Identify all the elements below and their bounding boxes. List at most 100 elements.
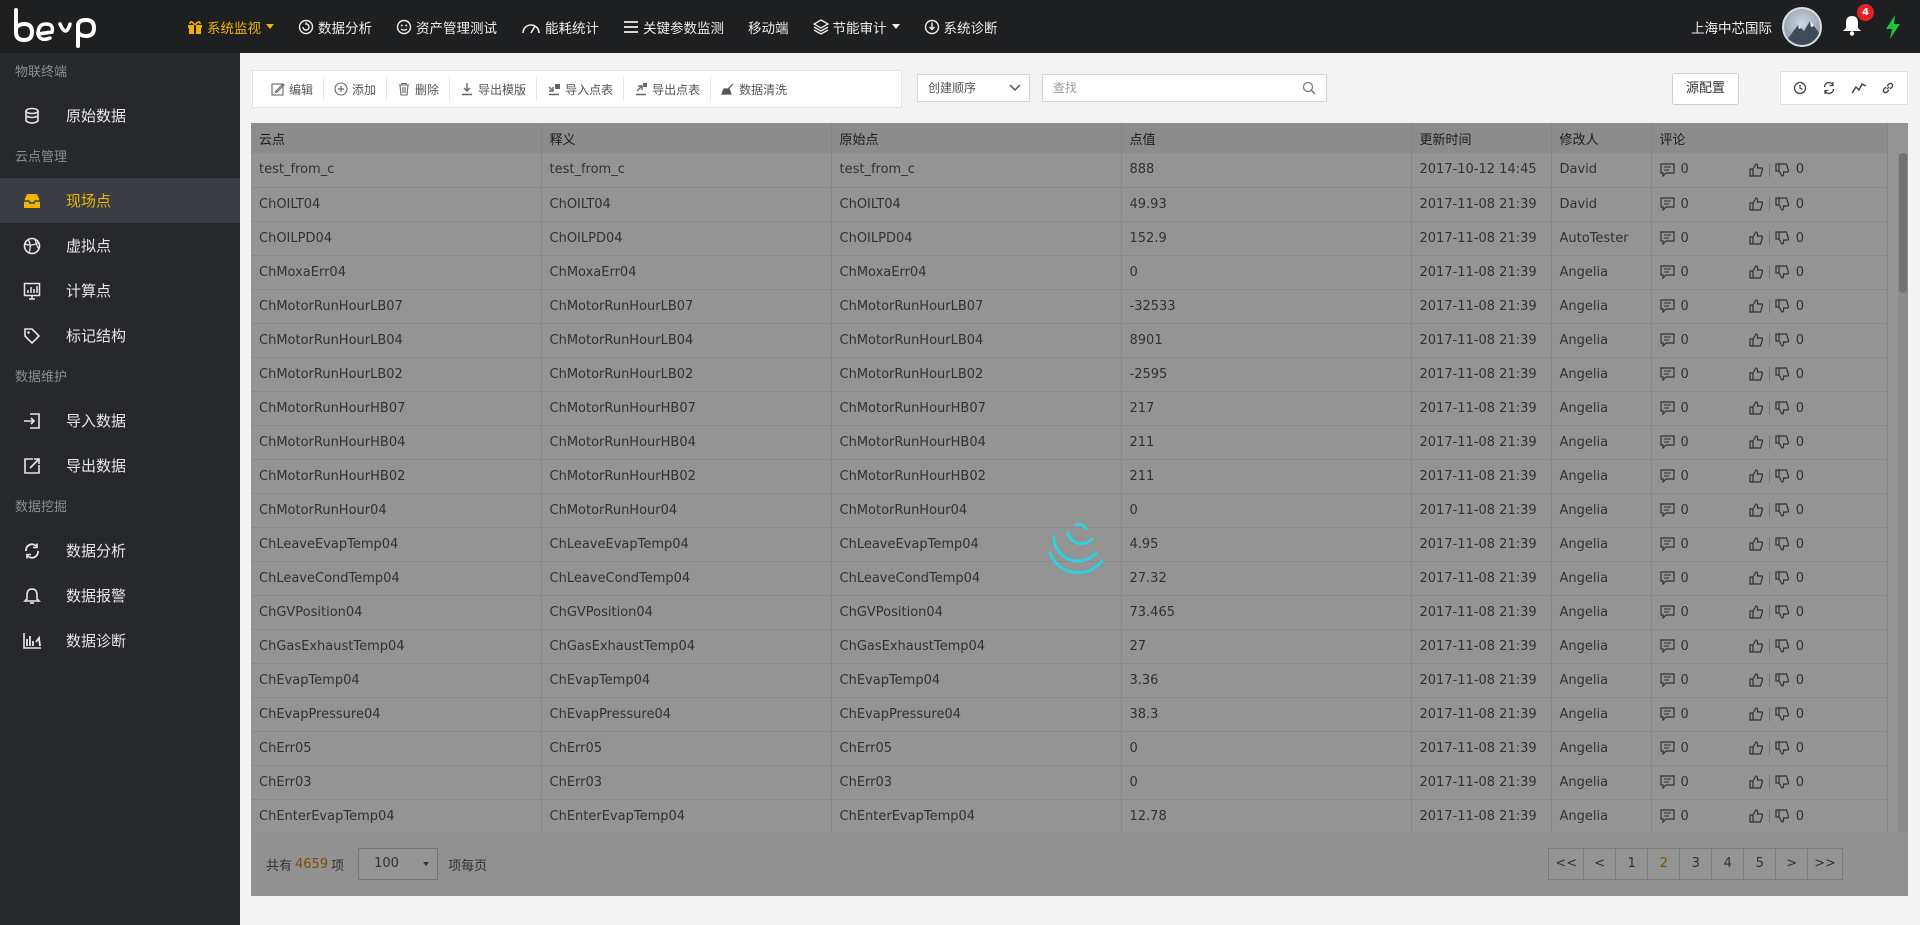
sidebar-item[interactable]: 现场点 — [0, 178, 240, 223]
sidebar-item-label: 数据诊断 — [66, 632, 127, 650]
sidebar-item[interactable]: 导入数据 — [0, 398, 240, 443]
trend-icon[interactable] — [1846, 75, 1872, 101]
sidebar-item[interactable]: 导出数据 — [0, 443, 240, 488]
nav-item-1[interactable]: 数据分析 — [286, 0, 384, 53]
top-right-area: 上海中芯国际 4 — [1691, 0, 1920, 53]
nav-item-label: 系统监视 — [207, 20, 261, 37]
main-nav: 系统监视 数据分析 资产管理测试 能耗统计 关键参数监测 移动端 节能审计 系统诊断 — [175, 0, 1010, 53]
sidebar-item[interactable]: 数据诊断 — [0, 618, 240, 663]
cycle-icon — [22, 541, 42, 561]
export-table-icon — [634, 82, 652, 96]
nav-item-6[interactable]: 节能审计 — [801, 0, 912, 53]
toolbar-button-1[interactable]: 添加 — [324, 77, 388, 101]
sidebar-item[interactable]: 计算点 — [0, 268, 240, 313]
sidebar: 物联终端原始数据云点管理现场点虚拟点计算点标记结构数据维护导入数据导出数据数据挖… — [0, 53, 240, 925]
nav-item-label: 系统诊断 — [943, 20, 998, 37]
view-icon-group — [1780, 71, 1908, 105]
company-name[interactable]: 上海中芯国际 — [1691, 17, 1772, 37]
tag-icon — [22, 326, 42, 346]
sidebar-item[interactable]: 虚拟点 — [0, 223, 240, 268]
sidebar-section-title: 云点管理 — [15, 150, 68, 165]
sidebar-item-label: 导出数据 — [66, 457, 127, 475]
export-icon — [22, 456, 42, 476]
chevron-down-icon — [1009, 84, 1021, 92]
nav-item-5[interactable]: 移动端 — [736, 0, 801, 53]
source-config-button[interactable]: 源配置 — [1672, 73, 1739, 105]
link-icon[interactable] — [1875, 75, 1901, 101]
clock-icon[interactable] — [1787, 75, 1813, 101]
nav-item-label: 关键参数监测 — [643, 20, 724, 37]
toolbar-button-2[interactable]: 删除 — [387, 77, 451, 101]
sidebar-section-title: 数据维护 — [15, 370, 68, 385]
toolbar-button-label: 添加 — [352, 82, 377, 97]
sort-order-value: 创建顺序 — [928, 81, 977, 95]
sidebar-item-label: 标记结构 — [66, 327, 127, 345]
search-box — [1042, 74, 1327, 102]
toolbar-button-6[interactable]: 数据清洗 — [711, 77, 797, 101]
toolbar-button-label: 数据清洗 — [739, 82, 788, 97]
sync-icon[interactable] — [1816, 75, 1842, 101]
toolbar-button-label: 编辑 — [289, 82, 314, 97]
toolbar-button-label: 导入点表 — [565, 82, 614, 97]
nav-item-label: 资产管理测试 — [416, 20, 497, 37]
top-navigation-bar: 系统监视 数据分析 资产管理测试 能耗统计 关键参数监测 移动端 节能审计 系统诊断 上海中芯… — [0, 0, 1920, 53]
sidebar-item-label: 原始数据 — [66, 107, 127, 125]
list-icon — [623, 20, 643, 34]
toolbar-button-4[interactable]: 导入点表 — [537, 77, 625, 101]
user-avatar[interactable] — [1782, 6, 1822, 47]
notification-count-badge: 4 — [1857, 3, 1874, 21]
edit-icon — [271, 82, 289, 96]
nav-item-7[interactable]: 系统诊断 — [912, 0, 1010, 53]
sidebar-item-label: 计算点 — [66, 282, 112, 300]
refresh-circle-icon — [298, 19, 318, 35]
sort-order-select[interactable]: 创建顺序 — [917, 74, 1030, 102]
download-icon — [460, 82, 478, 96]
sidebar-section-title: 物联终端 — [15, 65, 68, 80]
loading-spinner-icon — [1048, 523, 1104, 575]
layers-icon — [812, 18, 833, 35]
caret-down-icon — [891, 24, 900, 29]
diagnosis-chart-icon — [22, 631, 42, 651]
sidebar-item[interactable]: 数据报警 — [0, 573, 240, 618]
notification-bell[interactable]: 4 — [1842, 3, 1874, 40]
import-table-icon — [547, 82, 565, 96]
nav-item-4[interactable]: 关键参数监测 — [611, 0, 736, 53]
basketball-icon — [22, 236, 42, 256]
sidebar-item[interactable]: 标记结构 — [0, 313, 240, 358]
download-circle-icon — [924, 19, 944, 35]
beop-logo[interactable] — [10, 4, 100, 48]
lightning-bolt-icon[interactable] — [1884, 14, 1902, 40]
chart-board-icon — [22, 281, 42, 301]
nav-item-0[interactable]: 系统监视 — [175, 0, 286, 53]
gauge-icon — [521, 19, 545, 35]
nav-item-3[interactable]: 能耗统计 — [509, 0, 611, 53]
sidebar-item-label: 数据报警 — [66, 587, 127, 605]
toolbar-button-label: 删除 — [415, 82, 440, 97]
sidebar-item-label: 数据分析 — [66, 542, 127, 560]
toolbar-button-5[interactable]: 导出点表 — [624, 77, 712, 101]
toolbar-button-3[interactable]: 导出模版 — [450, 77, 538, 101]
add-circle-icon — [334, 82, 352, 96]
sidebar-item[interactable]: 数据分析 — [0, 528, 240, 573]
search-input[interactable] — [1043, 75, 1283, 101]
sidebar-item-label: 虚拟点 — [66, 237, 112, 255]
nav-item-label: 节能审计 — [832, 20, 887, 37]
toolbar-button-0[interactable]: 编辑 — [261, 77, 325, 101]
sidebar-item[interactable]: 原始数据 — [0, 93, 240, 138]
toolbar-button-label: 导出点表 — [652, 82, 701, 97]
alarm-bell-icon — [22, 586, 42, 606]
nav-item-label: 数据分析 — [318, 20, 372, 37]
inbox-icon — [22, 191, 42, 211]
clean-icon — [721, 82, 739, 96]
search-icon[interactable] — [1302, 81, 1316, 95]
sidebar-item-label: 现场点 — [66, 192, 112, 210]
nav-item-label: 移动端 — [748, 20, 789, 37]
sidebar-section-title: 数据挖掘 — [15, 500, 68, 515]
avatar-mountain-icon — [1785, 20, 1820, 45]
caret-down-icon — [266, 24, 274, 29]
trash-icon — [397, 82, 415, 96]
gift-icon — [187, 19, 207, 35]
sidebar-item-label: 导入数据 — [66, 412, 127, 430]
nav-item-2[interactable]: 资产管理测试 — [384, 0, 509, 53]
import-icon — [22, 411, 42, 431]
